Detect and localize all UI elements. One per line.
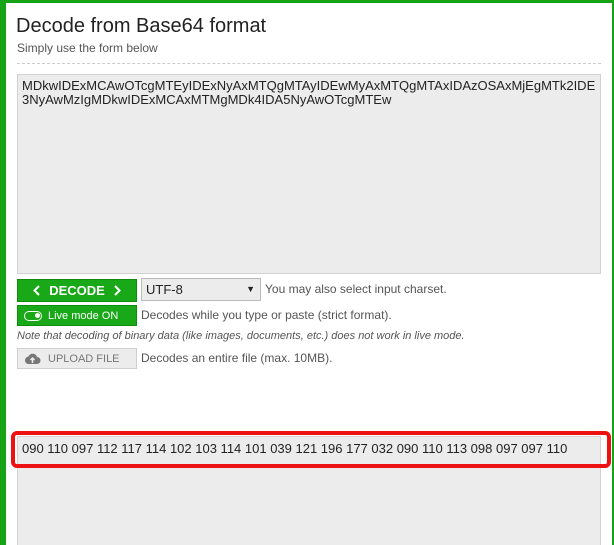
charset-selected-value: UTF-8 [146,282,183,297]
dropdown-arrow-icon: ▼ [246,284,255,294]
binary-data-note: Note that decoding of binary data (like … [17,330,465,342]
decode-button[interactable]: DECODE [17,279,137,302]
upload-note: Decodes an entire file (max. 10MB). [141,351,333,365]
decode-button-label: DECODE [49,283,105,298]
toggle-switch-icon [24,310,42,321]
decoded-output-textarea[interactable]: 090 110 097 112 117 114 102 103 114 101 … [17,436,601,545]
live-mode-toggle[interactable]: Live mode ON [17,305,137,326]
upload-file-button[interactable]: UPLOAD FILE [17,348,137,369]
base64-input-textarea[interactable]: MDkwIDExMCAwOTcgMTEyIDExNyAxMTQgMTAyIDEw… [17,74,601,274]
main-content: Decode from Base64 format Simply use the… [6,3,612,545]
page-title: Decode from Base64 format [16,15,267,37]
live-mode-label: Live mode ON [48,309,119,322]
page-subtitle: Simply use the form below [17,41,158,55]
chevron-left-icon [33,283,40,299]
chevron-right-icon [114,283,121,299]
charset-note: You may also select input charset. [265,282,447,296]
divider [17,63,601,64]
upload-file-label: UPLOAD FILE [48,352,120,365]
cloud-upload-icon [24,353,41,365]
charset-select[interactable]: UTF-8 ▼ [141,278,261,301]
live-mode-note: Decodes while you type or paste (strict … [141,308,392,322]
